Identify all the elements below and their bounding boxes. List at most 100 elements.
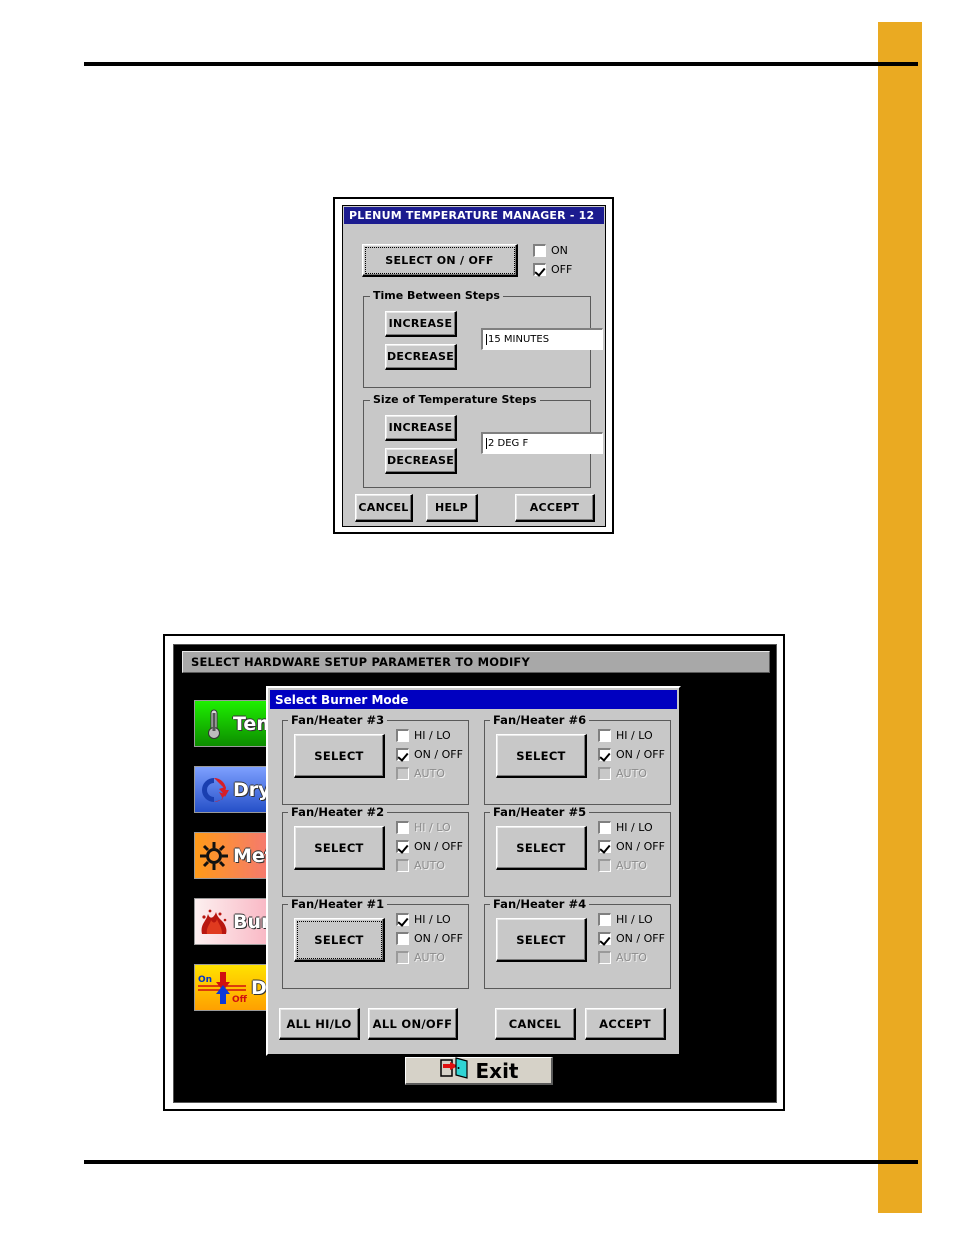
fan-heater-6-hilo[interactable]: HI / LO	[598, 729, 665, 742]
fan-heater-5-onoff[interactable]: ON / OFF	[598, 840, 665, 853]
fan-heater-3-auto-label: AUTO	[414, 767, 445, 780]
group-time-between-steps: Time Between Steps INCREASE DECREASE 15 …	[363, 289, 603, 388]
fan-heater-2-modes: HI / LO ON / OFF AUTO	[396, 821, 463, 872]
fan-heater-2-onoff-box[interactable]	[396, 840, 409, 853]
size-of-temperature-steps-value[interactable]: 2 DEG F	[481, 432, 603, 454]
burner-cancel-button[interactable]: CANCEL	[495, 1008, 576, 1040]
plenum-dialog-body: PLENUM TEMPERATURE MANAGER - 12 SELECT O…	[342, 205, 606, 527]
fan-heater-5-select-button[interactable]: SELECT	[496, 826, 587, 870]
fan-heater-group-3-title: Fan/Heater #3	[288, 713, 388, 727]
fan-heater-6-onoff-label: ON / OFF	[616, 748, 665, 761]
plenum-dialog-buttonbar: CANCEL HELP ACCEPT	[355, 494, 595, 522]
fan-heater-6-select-button[interactable]: SELECT	[496, 734, 587, 778]
exit-door-icon	[439, 1057, 469, 1084]
fan-heater-6-onoff-box[interactable]	[598, 748, 611, 761]
checkbox-on-label: ON	[551, 244, 568, 257]
plenum-help-button[interactable]: HELP	[426, 494, 478, 522]
fan-heater-4-auto: AUTO	[598, 951, 665, 964]
group-size-title: Size of Temperature Steps	[370, 393, 540, 406]
fan-heater-group-2-title: Fan/Heater #2	[288, 805, 388, 819]
fan-heater-3-onoff[interactable]: ON / OFF	[396, 748, 463, 761]
text-caret	[486, 334, 487, 345]
fan-heater-1-onoff-label: ON / OFF	[414, 932, 463, 945]
fan-heater-2-onoff-label: ON / OFF	[414, 840, 463, 853]
fan-heater-2-onoff[interactable]: ON / OFF	[396, 840, 463, 853]
text-caret	[486, 438, 487, 449]
fan-heater-4-hilo[interactable]: HI / LO	[598, 913, 665, 926]
power-checkbox-group: ON OFF	[533, 244, 572, 276]
fan-heater-3-hilo-label: HI / LO	[414, 729, 451, 742]
fan-heater-group-6: Fan/Heater #6 SELECT HI / LO ON / OFF AU…	[484, 713, 671, 805]
fan-heater-2-hilo-label: HI / LO	[414, 821, 451, 834]
fan-heater-2-auto-label: AUTO	[414, 859, 445, 872]
fan-heater-6-hilo-label: HI / LO	[616, 729, 653, 742]
fan-heater-group-6-title: Fan/Heater #6	[490, 713, 590, 727]
fan-heater-4-onoff-box[interactable]	[598, 932, 611, 945]
fan-heater-4-onoff[interactable]: ON / OFF	[598, 932, 665, 945]
fan-heater-1-onoff[interactable]: ON / OFF	[396, 932, 463, 945]
on-off-arrows-icon: On Off	[195, 971, 251, 1005]
fan-heater-2-hilo-box	[396, 821, 409, 834]
fan-heater-4-select-button[interactable]: SELECT	[496, 918, 587, 962]
fan-heater-2-select-button[interactable]: SELECT	[294, 826, 385, 870]
recycle-arrows-icon	[195, 775, 233, 805]
fan-heater-group-4-title: Fan/Heater #4	[490, 897, 590, 911]
fan-heater-1-hilo[interactable]: HI / LO	[396, 913, 463, 926]
burner-accept-button[interactable]: ACCEPT	[585, 1008, 666, 1040]
page-accent-band	[878, 22, 922, 1213]
fan-heater-4-onoff-label: ON / OFF	[616, 932, 665, 945]
plenum-temperature-manager-window: PLENUM TEMPERATURE MANAGER - 12 SELECT O…	[333, 197, 614, 534]
fan-heater-5-auto-label: AUTO	[616, 859, 647, 872]
time-value-text: 15 MINUTES	[488, 334, 550, 345]
footer-rule	[84, 1160, 918, 1164]
fan-heater-group-3: Fan/Heater #3 SELECT HI / LO ON / OFF AU…	[282, 713, 469, 805]
size-value-text: 2 DEG F	[488, 438, 529, 449]
fan-heater-1-auto: AUTO	[396, 951, 463, 964]
time-increase-button[interactable]: INCREASE	[385, 311, 457, 337]
fan-heater-1-select-button[interactable]: SELECT	[294, 918, 385, 962]
fan-heater-4-auto-box	[598, 951, 611, 964]
checkbox-on[interactable]: ON	[533, 244, 572, 257]
plenum-accept-button[interactable]: ACCEPT	[515, 494, 595, 522]
time-between-steps-value[interactable]: 15 MINUTES	[481, 328, 603, 350]
size-decrease-button[interactable]: DECREASE	[385, 448, 457, 474]
size-increase-button[interactable]: INCREASE	[385, 415, 457, 441]
fan-heater-3-onoff-box[interactable]	[396, 748, 409, 761]
group-size-of-temperature-steps: Size of Temperature Steps INCREASE DECRE…	[363, 393, 603, 488]
fan-heater-1-hilo-label: HI / LO	[414, 913, 451, 926]
fan-heater-5-onoff-box[interactable]	[598, 840, 611, 853]
thermometer-icon	[195, 708, 233, 740]
fan-heater-3-select-button[interactable]: SELECT	[294, 734, 385, 778]
fan-heater-4-modes: HI / LO ON / OFF AUTO	[598, 913, 665, 964]
fan-heater-5-onoff-label: ON / OFF	[616, 840, 665, 853]
all-onoff-button[interactable]: ALL ON/OFF	[368, 1008, 458, 1040]
fan-heater-group-2: Fan/Heater #2 SELECT HI / LO ON / OFF AU…	[282, 805, 469, 897]
fan-heater-5-hilo-box[interactable]	[598, 821, 611, 834]
fan-heater-group-1: Fan/Heater #1 SELECT HI / LO ON / OFF AU…	[282, 897, 469, 989]
fan-heater-4-auto-label: AUTO	[616, 951, 647, 964]
fan-heater-3-hilo-box[interactable]	[396, 729, 409, 742]
sun-gear-icon	[195, 841, 233, 871]
fan-heater-5-hilo-label: HI / LO	[616, 821, 653, 834]
sidebar-item-dry-label: Dry	[233, 778, 271, 801]
exit-button[interactable]: Exit	[405, 1057, 553, 1085]
fan-heater-group-5: Fan/Heater #5 SELECT HI / LO ON / OFF AU…	[484, 805, 671, 897]
select-burner-mode-dialog: Select Burner Mode Fan/Heater #3 SELECT …	[266, 686, 681, 1056]
all-hilo-button[interactable]: ALL HI/LO	[279, 1008, 360, 1040]
plenum-cancel-button[interactable]: CANCEL	[355, 494, 413, 522]
fan-heater-1-onoff-box[interactable]	[396, 932, 409, 945]
fan-heater-6-hilo-box[interactable]	[598, 729, 611, 742]
fan-heater-4-hilo-box[interactable]	[598, 913, 611, 926]
time-decrease-button[interactable]: DECREASE	[385, 344, 457, 370]
fan-heater-3-hilo[interactable]: HI / LO	[396, 729, 463, 742]
select-on-off-button[interactable]: SELECT ON / OFF	[362, 244, 518, 277]
checkbox-off[interactable]: OFF	[533, 263, 572, 276]
fan-heater-5-auto-box	[598, 859, 611, 872]
fan-heater-6-onoff[interactable]: ON / OFF	[598, 748, 665, 761]
fan-heater-5-auto: AUTO	[598, 859, 665, 872]
checkbox-on-box[interactable]	[533, 244, 546, 257]
checkbox-off-box[interactable]	[533, 263, 546, 276]
fan-heater-1-hilo-box[interactable]	[396, 913, 409, 926]
fan-heater-2-hilo: HI / LO	[396, 821, 463, 834]
fan-heater-5-hilo[interactable]: HI / LO	[598, 821, 665, 834]
